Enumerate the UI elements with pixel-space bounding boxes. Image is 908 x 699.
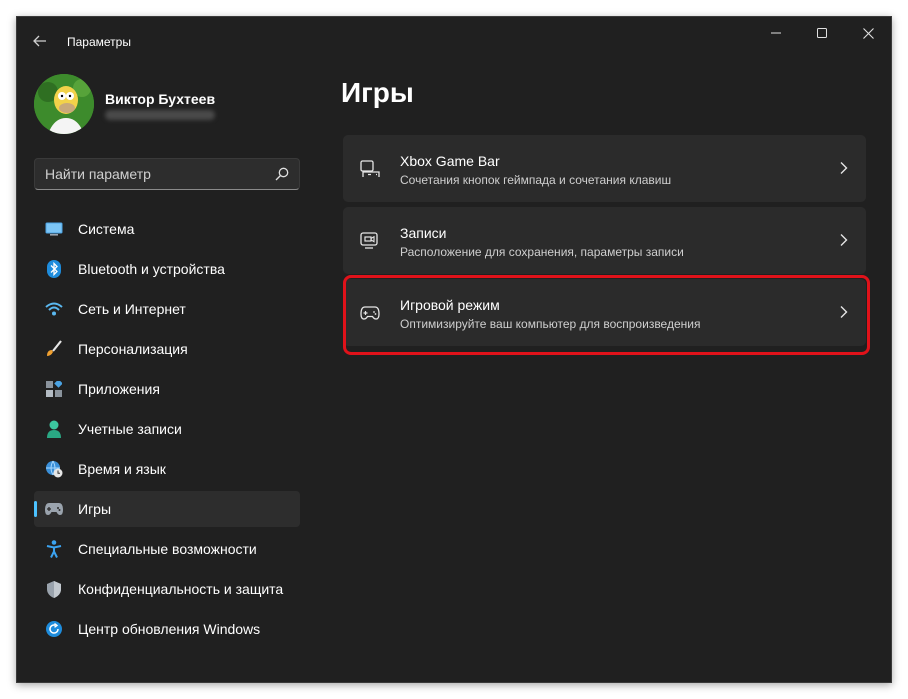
- gamepad-icon: [45, 500, 63, 518]
- shield-icon: [45, 580, 63, 598]
- sidebar-item-windows-update[interactable]: Центр обновления Windows: [34, 611, 300, 647]
- close-button[interactable]: [845, 17, 891, 49]
- card-title: Записи: [400, 225, 447, 241]
- search-box[interactable]: [34, 158, 300, 190]
- person-icon: [45, 420, 63, 438]
- avatar[interactable]: [34, 74, 94, 134]
- sidebar-item-accounts[interactable]: Учетные записи: [34, 411, 300, 447]
- apps-icon: [45, 380, 63, 398]
- card-captures[interactable]: Записи Расположение для сохранения, пара…: [343, 207, 866, 274]
- sidebar-item-label: Сеть и Интернет: [78, 301, 186, 317]
- sidebar-item-bluetooth[interactable]: Bluetooth и устройства: [34, 251, 300, 287]
- game-mode-icon: [360, 303, 380, 323]
- sidebar-item-privacy[interactable]: Конфиденциальность и защита: [34, 571, 300, 607]
- close-icon: [862, 27, 874, 39]
- maximize-icon: [817, 28, 827, 38]
- bluetooth-icon: [45, 260, 63, 278]
- chevron-right-icon: [840, 234, 848, 246]
- game-bar-icon: [360, 159, 380, 179]
- sidebar-item-label: Центр обновления Windows: [78, 621, 261, 637]
- sidebar-item-label: Игры: [78, 501, 112, 517]
- search-icon[interactable]: [275, 167, 289, 181]
- search-input[interactable]: [35, 159, 265, 189]
- user-name: Виктор Бухтеев: [105, 91, 216, 107]
- settings-window: Параметры Виктор Бухтеев Найти параметр …: [16, 16, 892, 683]
- sidebar-item-label: Система: [78, 221, 135, 237]
- maximize-button[interactable]: [799, 17, 845, 49]
- sidebar-item-time-language[interactable]: Время и язык: [34, 451, 300, 487]
- sidebar-item-gaming[interactable]: Игры: [34, 491, 300, 527]
- card-subtitle: Расположение для сохранения, параметры з…: [400, 245, 684, 259]
- user-email-blurred: [105, 110, 215, 120]
- app-title: Параметры: [67, 35, 131, 49]
- sidebar-item-system[interactable]: Система: [34, 211, 300, 247]
- accessibility-icon: [45, 540, 63, 558]
- sidebar-item-label: Персонализация: [78, 341, 188, 357]
- sidebar-item-label: Bluetooth и устройства: [78, 261, 225, 277]
- sidebar-item-label: Приложения: [78, 381, 160, 397]
- title-bar: Параметры: [17, 17, 891, 65]
- update-icon: [45, 620, 63, 638]
- back-button[interactable]: [29, 31, 51, 51]
- sidebar-item-label: Учетные записи: [78, 421, 182, 437]
- chevron-right-icon: [840, 162, 848, 174]
- sidebar-item-accessibility[interactable]: Специальные возможности: [34, 531, 300, 567]
- card-xbox-game-bar[interactable]: Xbox Game Bar Сочетания кнопок геймпада …: [343, 135, 866, 202]
- avatar-image: [34, 74, 94, 134]
- wifi-icon: [45, 300, 63, 318]
- sidebar-item-personalization[interactable]: Персонализация: [34, 331, 300, 367]
- card-title: Xbox Game Bar: [400, 153, 500, 169]
- sidebar-nav: Система Bluetooth и устройства Сеть и Ин…: [34, 211, 300, 651]
- card-game-mode[interactable]: Игровой режим Оптимизируйте ваш компьюте…: [343, 279, 866, 346]
- sidebar-item-label: Конфиденциальность и защита: [78, 581, 284, 597]
- brush-icon: [45, 340, 63, 358]
- card-subtitle: Оптимизируйте ваш компьютер для воспроиз…: [400, 317, 701, 331]
- card-subtitle: Сочетания кнопок геймпада и сочетания кл…: [400, 173, 672, 187]
- capture-icon: [360, 231, 380, 251]
- display-icon: [45, 220, 63, 238]
- globe-clock-icon: [45, 460, 63, 478]
- chevron-right-icon: [840, 306, 848, 318]
- sidebar-item-label: Специальные возможности: [78, 541, 257, 557]
- minimize-button[interactable]: [753, 17, 799, 49]
- page-title: Игры: [341, 77, 414, 108]
- minimize-icon: [771, 32, 781, 34]
- sidebar-item-apps[interactable]: Приложения: [34, 371, 300, 407]
- arrow-left-icon: [33, 35, 46, 47]
- sidebar-item-label: Время и язык: [78, 461, 166, 477]
- sidebar-item-network[interactable]: Сеть и Интернет: [34, 291, 300, 327]
- card-title: Игровой режим: [400, 297, 500, 313]
